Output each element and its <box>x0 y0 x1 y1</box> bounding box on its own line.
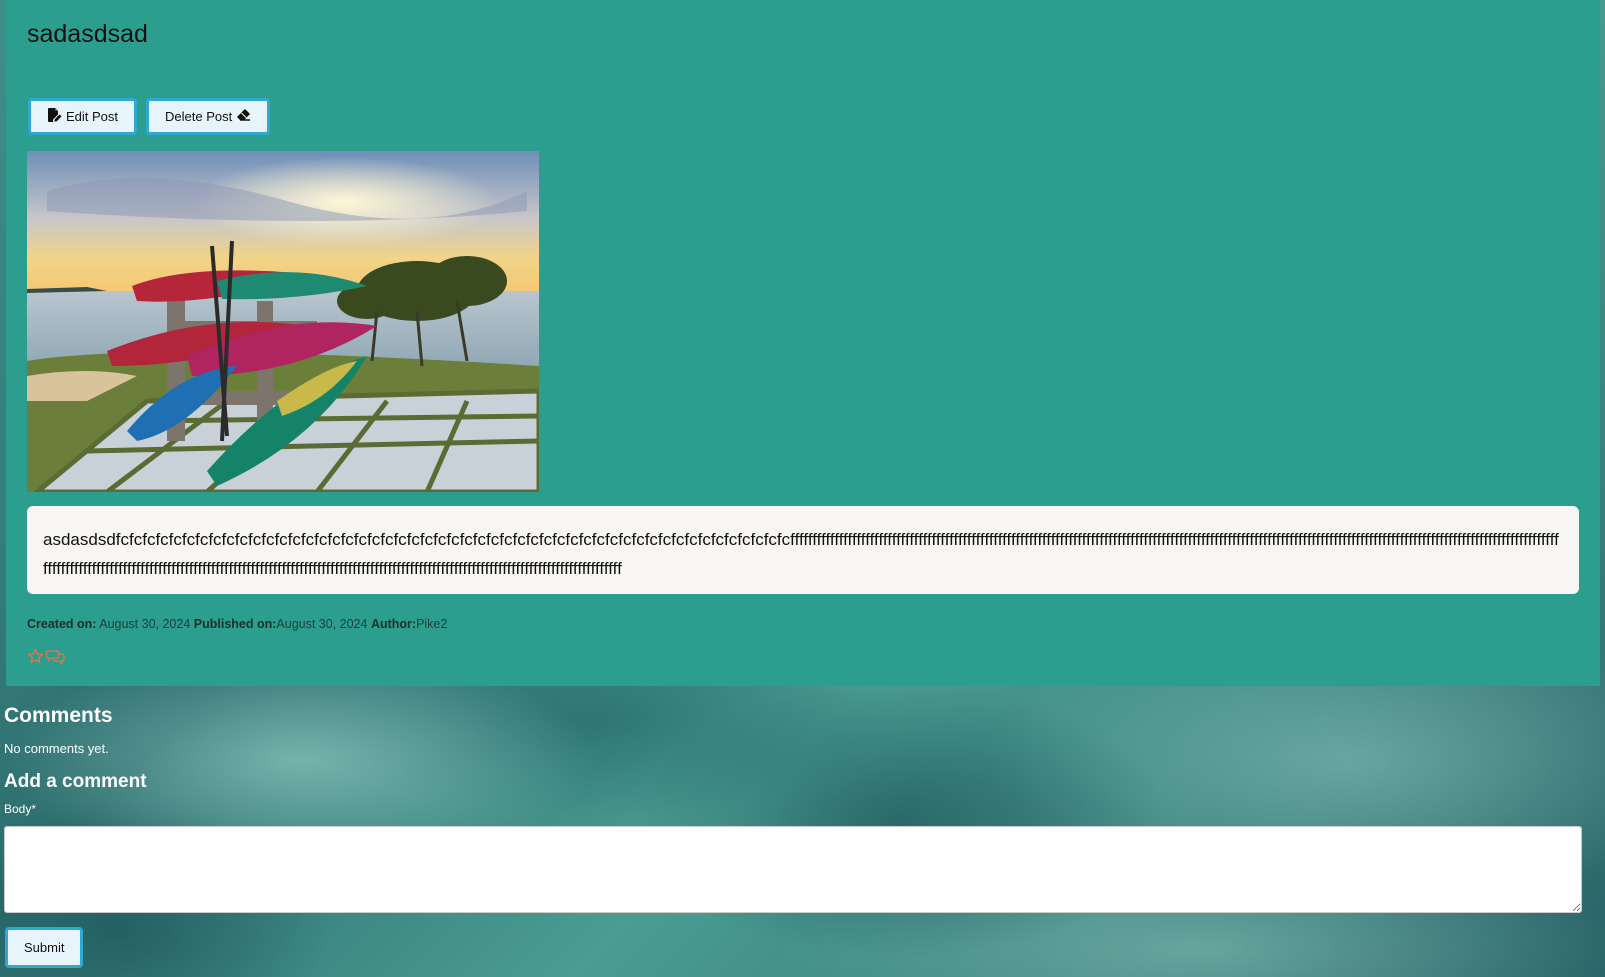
post-reactions <box>27 648 65 665</box>
edit-post-label: Edit Post <box>66 109 119 124</box>
comments-heading: Comments <box>4 704 113 727</box>
author-name: Pike2 <box>416 617 448 631</box>
created-date: August 30, 2024 <box>96 617 194 631</box>
post-body: asdasdsdfcfcfcfcfcfcfcfcfcfcfcfcfcfcfcfc… <box>27 506 1579 594</box>
star-icon[interactable] <box>27 648 44 665</box>
delete-post-button[interactable]: Delete Post <box>146 98 271 135</box>
file-pen-icon <box>47 108 62 125</box>
comments-section: Comments <box>4 704 113 728</box>
comment-body-input[interactable] <box>4 826 1582 913</box>
comment-icon[interactable] <box>45 648 65 665</box>
post-card: sadasdsad Edit Post Delete Post asdasdsd… <box>6 0 1600 686</box>
delete-post-label: Delete Post <box>165 109 233 124</box>
post-meta: Created on: August 30, 2024 Published on… <box>27 617 447 631</box>
published-date: August 30, 2024 <box>276 617 371 631</box>
post-image <box>27 151 539 492</box>
add-comment-heading: Add a comment <box>4 771 147 792</box>
post-title: sadasdsad <box>27 20 148 48</box>
edit-post-button[interactable]: Edit Post <box>28 98 138 135</box>
author-label: Author: <box>370 617 417 631</box>
no-comments-text: No comments yet. <box>4 741 109 756</box>
post-actions: Edit Post Delete Post <box>28 98 271 135</box>
body-label: Body* <box>4 802 37 816</box>
submit-button[interactable]: Submit <box>5 927 84 968</box>
created-label: Created on: <box>27 617 97 631</box>
eraser-icon <box>236 108 251 125</box>
published-label: Published on: <box>193 617 277 631</box>
